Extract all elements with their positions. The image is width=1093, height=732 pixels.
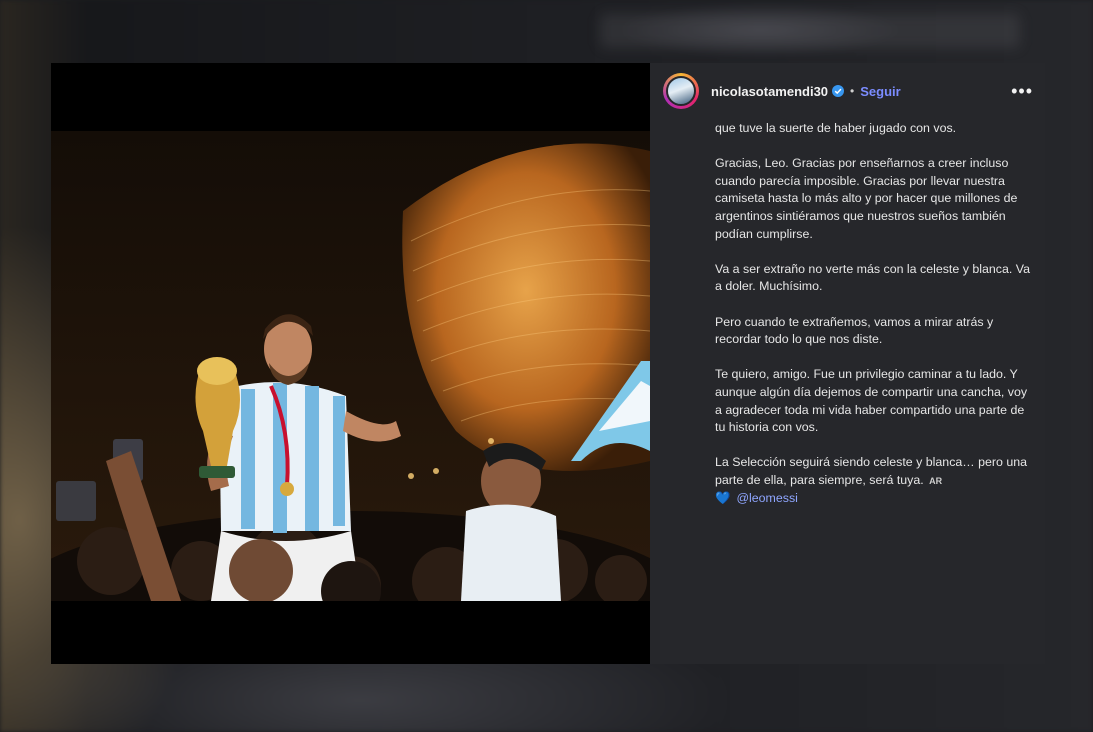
username-link[interactable]: nicolasotamendi30	[711, 84, 828, 99]
more-options-icon[interactable]: •••	[1011, 81, 1033, 102]
blurred-top-bar	[600, 14, 1020, 48]
post-photo	[51, 131, 650, 601]
blue-heart-icon: 💙	[715, 491, 731, 506]
post-media[interactable]	[51, 63, 650, 664]
flag-label: AR	[929, 475, 943, 486]
caption-paragraph: Pero cuando te extrañemos, vamos a mirar…	[715, 314, 994, 347]
post-header: nicolasotamendi30 • Seguir •••	[650, 63, 1045, 119]
follow-button[interactable]: Seguir	[860, 84, 900, 99]
avatar[interactable]	[663, 73, 699, 109]
celebration-photo	[51, 131, 650, 601]
caption-paragraph: Te quiero, amigo. Fue un privilegio cami…	[715, 367, 1028, 435]
separator-dot: •	[850, 84, 855, 98]
avatar-photo	[666, 76, 696, 106]
caption-paragraph: Va a ser extraño no verte más con la cel…	[715, 261, 1030, 294]
post-modal: nicolasotamendi30 • Seguir ••• que tuve …	[51, 63, 1045, 664]
caption-paragraph: La Selección seguirá siendo celeste y bl…	[715, 455, 1028, 487]
verified-badge-icon	[832, 85, 845, 97]
post-side-panel: nicolasotamendi30 • Seguir ••• que tuve …	[650, 63, 1045, 664]
post-caption: que tuve la suerte de haber jugado con v…	[715, 120, 1030, 508]
mention-link[interactable]: @leomessi	[736, 491, 797, 505]
caption-paragraph: que tuve la suerte de haber jugado con v…	[715, 121, 957, 135]
caption-paragraph: Gracias, Leo. Gracias por enseñarnos a c…	[715, 156, 1018, 241]
caption-closing: La Selección seguirá siendo celeste y bl…	[715, 454, 1030, 508]
